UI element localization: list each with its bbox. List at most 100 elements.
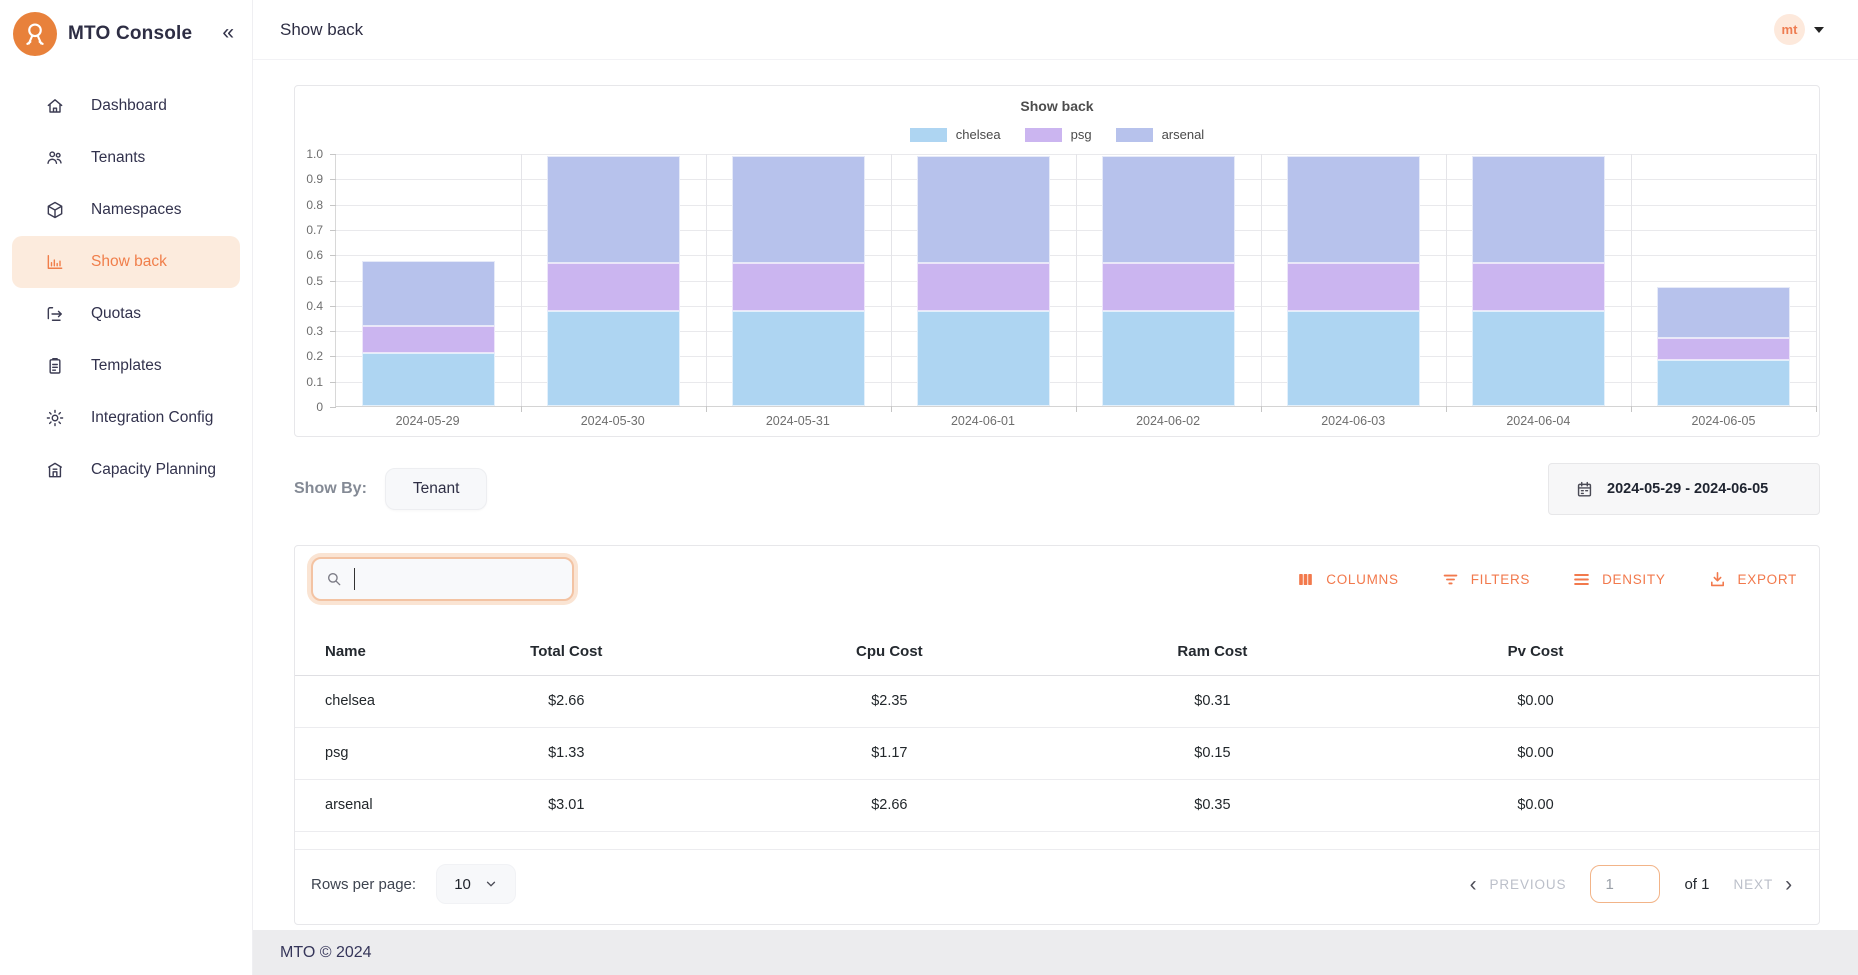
legend-swatch [910,128,947,142]
bar-segment-chelsea [1287,311,1419,406]
bar-segment-psg [917,263,1049,311]
bar-2024-06-01[interactable] [891,154,1076,406]
bar-segment-psg [1287,263,1419,311]
table-cell: chelsea [295,675,405,727]
sidebar-item-label: Integration Config [91,409,213,427]
date-range-value: 2024-05-29 - 2024-06-05 [1607,481,1768,497]
column-header-name[interactable]: Name [295,629,405,675]
y-axis-label: 0.3 [306,324,323,338]
density-button[interactable]: DENSITY [1572,570,1665,589]
stacked-bar [1287,156,1419,406]
table-cell: $2.66 [405,675,728,727]
sidebar-item-tenants[interactable]: Tenants [12,132,240,184]
app-root: MTO Console « DashboardTenantsNamespaces… [0,0,1858,975]
bar-segment-chelsea [917,311,1049,406]
x-axis-label: 2024-05-29 [335,414,520,428]
column-header-cpu-cost[interactable]: Cpu Cost [728,629,1051,675]
bar-segment-chelsea [732,311,864,406]
export-button[interactable]: EXPORT [1708,570,1797,589]
rows-per-page-label: Rows per page: [311,876,416,893]
cube-icon [45,200,65,220]
sidebar-item-quotas[interactable]: Quotas [12,288,240,340]
next-page-button[interactable]: NEXT › [1733,874,1793,895]
column-header-total-cost[interactable]: Total Cost [405,629,728,675]
filters-button[interactable]: FILTERS [1441,570,1530,589]
table-row-arsenal[interactable]: arsenal$3.01$2.66$0.35$0.00 [295,779,1819,831]
stacked-bar [1657,287,1789,406]
sidebar-item-label: Dashboard [91,97,167,115]
x-axis-label: 2024-06-04 [1446,414,1631,428]
stacked-bar [547,156,679,406]
sidebar-item-namespaces[interactable]: Namespaces [12,184,240,236]
bar-segment-chelsea [362,353,494,406]
chevron-left-icon: ‹ [1470,874,1478,895]
bar-2024-05-29[interactable] [336,154,521,406]
bar-segment-chelsea [1657,360,1789,406]
page-number-input[interactable] [1590,865,1660,903]
gridline-vertical [1816,154,1817,406]
toolbar-button-label: DENSITY [1602,572,1665,587]
mto-logo-icon [13,12,57,56]
show-by-select[interactable]: Tenant [385,468,488,510]
chart-title: Show back [295,86,1819,114]
user-menu[interactable]: mt [1774,14,1824,45]
sidebar-item-show-back[interactable]: Show back [12,236,240,288]
stacked-bar [917,156,1049,406]
search-box[interactable] [311,557,574,601]
bar-segment-arsenal [1102,156,1234,264]
bar-segment-psg [1102,263,1234,311]
bar-segment-psg [547,263,679,311]
columns-button[interactable]: COLUMNS [1296,570,1398,589]
x-axis-label: 2024-06-03 [1261,414,1446,428]
sidebar-item-integration-config[interactable]: Integration Config [12,392,240,444]
export-icon [1708,570,1727,589]
rows-per-page-select[interactable]: 10 [436,864,516,904]
stacked-bar [1102,156,1234,406]
y-axis-label: 0.9 [306,172,323,186]
chart-x-axis: 2024-05-292024-05-302024-05-312024-06-01… [335,414,1816,428]
bar-segment-arsenal [547,156,679,264]
legend-label: arsenal [1162,127,1205,142]
column-header-ram-cost[interactable]: Ram Cost [1051,629,1374,675]
sidebar: MTO Console « DashboardTenantsNamespaces… [0,0,253,975]
sidebar-item-templates[interactable]: Templates [12,340,240,392]
column-header-pv-cost[interactable]: Pv Cost [1374,629,1697,675]
filter-icon [1441,570,1460,589]
bar-segment-psg [1472,263,1604,311]
main-area: Show back mt Show back chelsea psg arsenal… [253,0,1858,975]
quotas-icon [45,304,65,324]
table-row-psg[interactable]: psg$1.33$1.17$0.15$0.00 [295,727,1819,779]
y-axis-label: 0.1 [306,375,323,389]
bar-2024-05-30[interactable] [521,154,706,406]
table-cell: $0.00 [1374,727,1697,779]
bar-2024-06-02[interactable] [1076,154,1261,406]
date-range-picker[interactable]: 2024-05-29 - 2024-06-05 [1548,463,1820,515]
bar-segment-arsenal [732,156,864,264]
home-icon [45,96,65,116]
chart-legend: chelsea psg arsenal [295,127,1819,142]
cost-table: NameTotal CostCpu CostRam CostPv Cost ch… [295,629,1819,832]
x-axis-label: 2024-05-30 [520,414,705,428]
sidebar-item-dashboard[interactable]: Dashboard [12,80,240,132]
capacity-icon [45,460,65,480]
table-cell: $0.15 [1051,727,1374,779]
grid-toolbar-buttons: COLUMNS FILTERS DENSITY EXPORT [1296,570,1797,589]
toolbar-button-label: EXPORT [1738,572,1797,587]
page-title: Show back [280,20,363,40]
sidebar-item-capacity-planning[interactable]: Capacity Planning [12,444,240,496]
y-axis-label: 0.5 [306,274,323,288]
table-row-chelsea[interactable]: chelsea$2.66$2.35$0.31$0.00 [295,675,1819,727]
search-input[interactable] [354,568,560,590]
bar-2024-06-03[interactable] [1261,154,1446,406]
bar-2024-06-04[interactable] [1446,154,1631,406]
legend-label: chelsea [956,127,1001,142]
chevrons-left-icon[interactable]: « [222,22,240,47]
x-axis-tick [1631,406,1632,412]
avatar[interactable]: mt [1774,14,1805,45]
sidebar-item-label: Capacity Planning [91,461,216,479]
caret-down-icon[interactable] [1814,27,1824,33]
bar-2024-06-05[interactable] [1631,154,1816,406]
previous-page-button[interactable]: ‹ PREVIOUS [1470,874,1567,895]
bar-2024-05-31[interactable] [706,154,891,406]
legend-item-psg: psg [1025,127,1092,142]
